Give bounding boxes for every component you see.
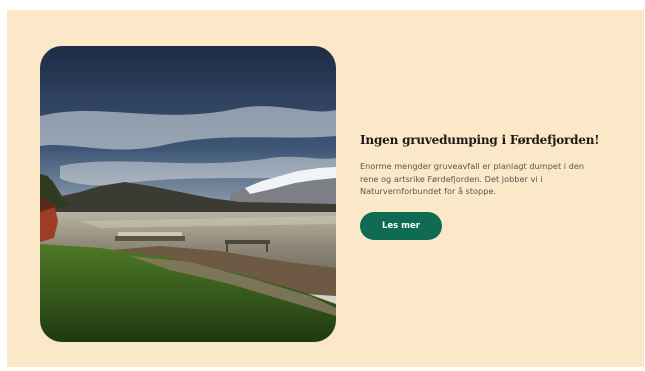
article-title: Ingen gruvedumping i Førdefjorden! [360, 133, 600, 147]
article-content: Ingen gruvedumping i Førdefjorden! Enorm… [360, 132, 600, 240]
article-description: Enorme mengder gruveavfall er planlagt d… [360, 161, 585, 196]
page: Ingen gruvedumping i Førdefjorden! Enorm… [0, 0, 645, 371]
read-more-button[interactable]: Les mer [360, 211, 442, 240]
fjord-photo [40, 46, 336, 342]
article-card: Ingen gruvedumping i Førdefjorden! Enorm… [7, 10, 644, 367]
